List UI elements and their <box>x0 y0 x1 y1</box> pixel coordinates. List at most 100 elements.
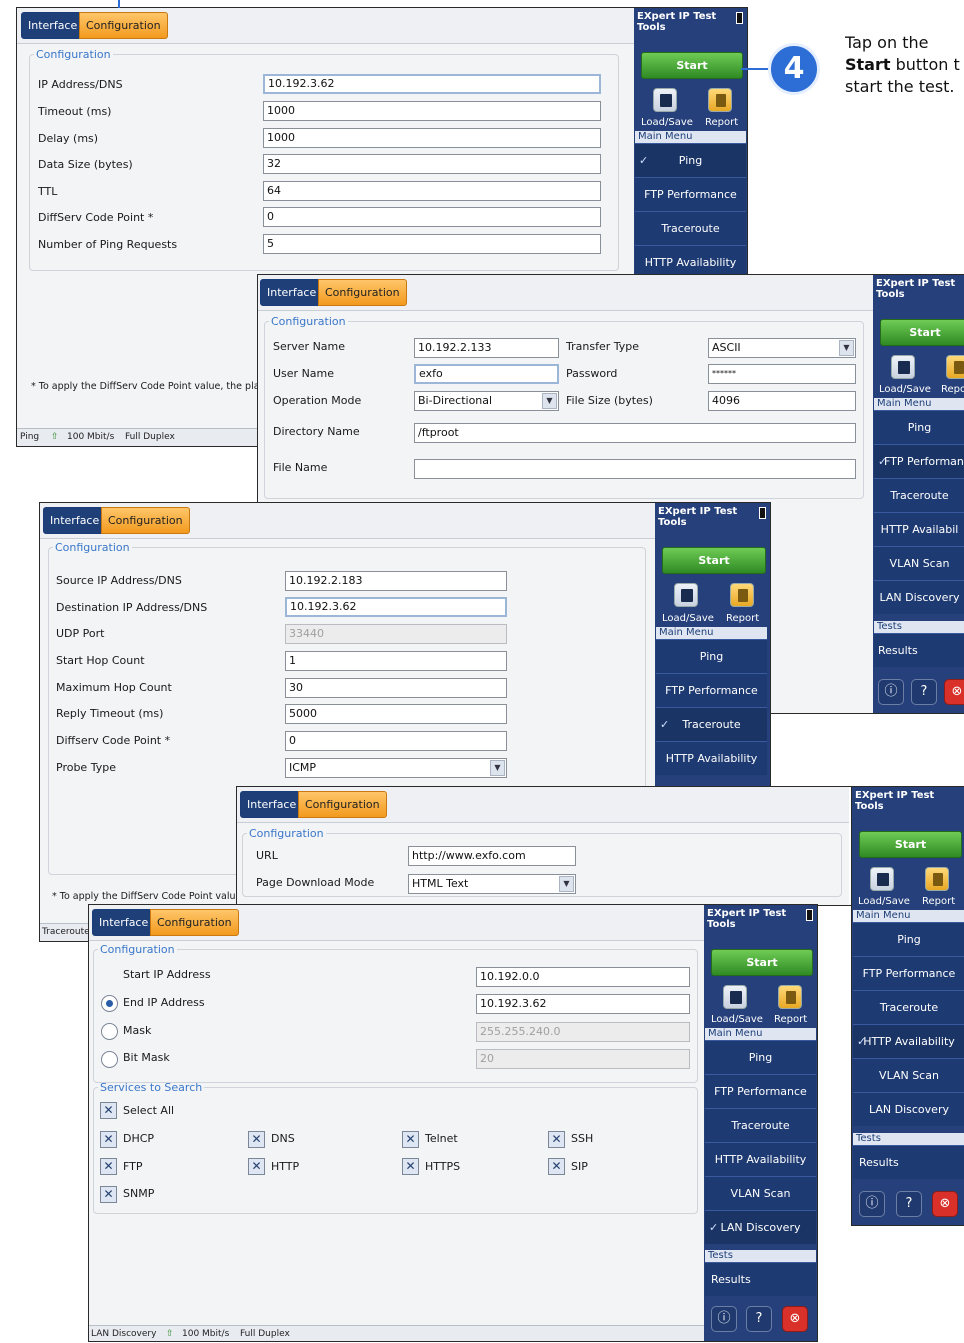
close-icon[interactable]: ⊗ <box>782 1306 808 1332</box>
help-icon[interactable]: ? <box>746 1306 772 1332</box>
load-save-icon[interactable] <box>653 88 677 112</box>
menu-item-traceroute[interactable]: Traceroute <box>853 990 964 1024</box>
trace-dest-input[interactable]: 10.192.3.62 <box>285 597 507 617</box>
load-save-icon[interactable] <box>870 867 894 891</box>
tab-interface[interactable]: Interface <box>21 12 85 39</box>
menu-item-ftp[interactable]: FTP Performance <box>656 673 767 707</box>
trace-starthop-input[interactable]: 1 <box>285 651 507 671</box>
ftp-dir-input[interactable]: /ftproot <box>414 423 856 443</box>
menu-item-ftp[interactable]: FTP Performance <box>705 1074 816 1108</box>
results-item[interactable]: Results <box>705 1262 816 1296</box>
ftp-filesize-input[interactable]: 4096 <box>708 391 856 411</box>
service-snmp-checkbox[interactable]: ✕ <box>100 1186 117 1203</box>
menu-item-lan[interactable]: ✓ LAN Discovery <box>705 1210 816 1244</box>
ping-ip-input[interactable]: 10.192.3.62 <box>263 74 601 94</box>
menu-item-http[interactable]: ✓ HTTP Availability <box>853 1024 964 1058</box>
help-icon[interactable]: ? <box>896 1191 922 1217</box>
close-icon[interactable]: ⊗ <box>944 679 964 705</box>
menu-item-http[interactable]: HTTP Availabil <box>874 512 964 546</box>
tab-configuration[interactable]: Configuration <box>79 12 168 39</box>
start-button[interactable]: Start <box>859 831 962 858</box>
ping-datasize-input[interactable]: 32 <box>263 154 601 174</box>
menu-item-ping[interactable]: ✓ Ping <box>635 143 746 177</box>
close-icon[interactable]: ⊗ <box>932 1191 958 1217</box>
tab-interface[interactable]: Interface <box>43 507 107 534</box>
menu-item-lan[interactable]: LAN Discovery <box>874 580 964 614</box>
menu-item-lan[interactable]: LAN Discovery <box>853 1092 964 1126</box>
service-ssh-checkbox[interactable]: ✕ <box>548 1131 565 1148</box>
tab-interface[interactable]: Interface <box>92 909 156 936</box>
info-icon[interactable]: ⓘ <box>878 679 904 705</box>
service-telnet-checkbox[interactable]: ✕ <box>402 1131 419 1148</box>
http-mode-select[interactable]: HTML Text ▼ <box>408 874 576 894</box>
lan-end-input[interactable]: 10.192.3.62 <box>476 994 690 1014</box>
trace-maxhop-input[interactable]: 30 <box>285 678 507 698</box>
service-dhcp-checkbox[interactable]: ✕ <box>100 1131 117 1148</box>
menu-item-vlan[interactable]: VLAN Scan <box>705 1176 816 1210</box>
service-https-checkbox[interactable]: ✕ <box>402 1158 419 1175</box>
report-icon[interactable] <box>730 583 754 607</box>
ftp-password-input[interactable]: ****** <box>708 364 856 384</box>
tab-configuration[interactable]: Configuration <box>318 279 407 306</box>
report-icon[interactable] <box>925 867 949 891</box>
service-sip-checkbox[interactable]: ✕ <box>548 1158 565 1175</box>
info-icon[interactable]: ⓘ <box>711 1306 737 1332</box>
menu-item-ping[interactable]: Ping <box>874 410 964 444</box>
menu-item-traceroute[interactable]: Traceroute <box>874 478 964 512</box>
menu-item-ftp[interactable]: FTP Performance <box>635 177 746 211</box>
start-button[interactable]: Start <box>880 319 964 346</box>
report-icon[interactable] <box>778 985 802 1009</box>
ping-timeout-input[interactable]: 1000 <box>263 101 601 121</box>
tab-configuration[interactable]: Configuration <box>150 909 239 936</box>
menu-item-http[interactable]: HTTP Availability <box>705 1142 816 1176</box>
end-ip-radio[interactable] <box>101 995 118 1012</box>
menu-item-ftp[interactable]: FTP Performance <box>853 956 964 990</box>
trace-source-input[interactable]: 10.192.2.183 <box>285 571 507 591</box>
help-icon[interactable]: ? <box>911 679 937 705</box>
ping-diffserv-input[interactable]: 0 <box>263 207 601 227</box>
tab-interface[interactable]: Interface <box>240 791 304 818</box>
ping-ttl-input[interactable]: 64 <box>263 181 601 201</box>
lan-start-input[interactable]: 10.192.0.0 <box>476 967 690 987</box>
service-dns-checkbox[interactable]: ✕ <box>248 1131 265 1148</box>
report-icon[interactable] <box>708 88 732 112</box>
select-all-checkbox[interactable]: ✕ <box>100 1102 117 1119</box>
start-button[interactable]: Start <box>641 52 743 79</box>
tab-configuration[interactable]: Configuration <box>298 791 387 818</box>
ftp-mode-select[interactable]: Bi-Directional ▼ <box>414 391 559 411</box>
menu-item-http[interactable]: HTTP Availability <box>656 741 767 775</box>
results-item[interactable]: Results <box>874 633 964 667</box>
ping-delay-input[interactable]: 1000 <box>263 128 601 148</box>
load-save-icon[interactable] <box>891 355 915 379</box>
service-ftp-checkbox[interactable]: ✕ <box>100 1158 117 1175</box>
ftp-transfer-select[interactable]: ASCII ▼ <box>708 338 856 358</box>
menu-item-vlan[interactable]: VLAN Scan <box>874 546 964 580</box>
menu-item-traceroute[interactable]: Traceroute <box>635 211 746 245</box>
trace-timeout-input[interactable]: 5000 <box>285 704 507 724</box>
ftp-user-input[interactable]: exfo <box>414 364 559 384</box>
menu-item-vlan[interactable]: VLAN Scan <box>853 1058 964 1092</box>
service-http-checkbox[interactable]: ✕ <box>248 1158 265 1175</box>
info-icon[interactable]: ⓘ <box>859 1191 885 1217</box>
http-url-input[interactable]: http://www.exfo.com <box>408 846 576 866</box>
menu-item-ping[interactable]: Ping <box>656 639 767 673</box>
ftp-server-input[interactable]: 10.192.2.133 <box>414 338 559 358</box>
trace-diffserv-input[interactable]: 0 <box>285 731 507 751</box>
menu-item-traceroute[interactable]: ✓ Traceroute <box>656 707 767 741</box>
tab-configuration[interactable]: Configuration <box>101 507 190 534</box>
ftp-file-input[interactable] <box>414 459 856 479</box>
menu-item-traceroute[interactable]: Traceroute <box>705 1108 816 1142</box>
load-save-icon[interactable] <box>674 583 698 607</box>
mask-radio[interactable] <box>101 1023 118 1040</box>
menu-item-ping[interactable]: Ping <box>853 922 964 956</box>
tab-interface[interactable]: Interface <box>260 279 324 306</box>
report-icon[interactable] <box>946 355 964 379</box>
menu-item-ftp[interactable]: ✓ FTP Performan <box>874 444 964 478</box>
ping-requests-input[interactable]: 5 <box>263 234 601 254</box>
trace-probe-select[interactable]: ICMP ▼ <box>285 758 507 778</box>
bitmask-radio[interactable] <box>101 1051 118 1068</box>
menu-item-ping[interactable]: Ping <box>705 1040 816 1074</box>
start-button[interactable]: Start <box>711 949 813 976</box>
load-save-icon[interactable] <box>723 985 747 1009</box>
start-button[interactable]: Start <box>662 547 766 574</box>
